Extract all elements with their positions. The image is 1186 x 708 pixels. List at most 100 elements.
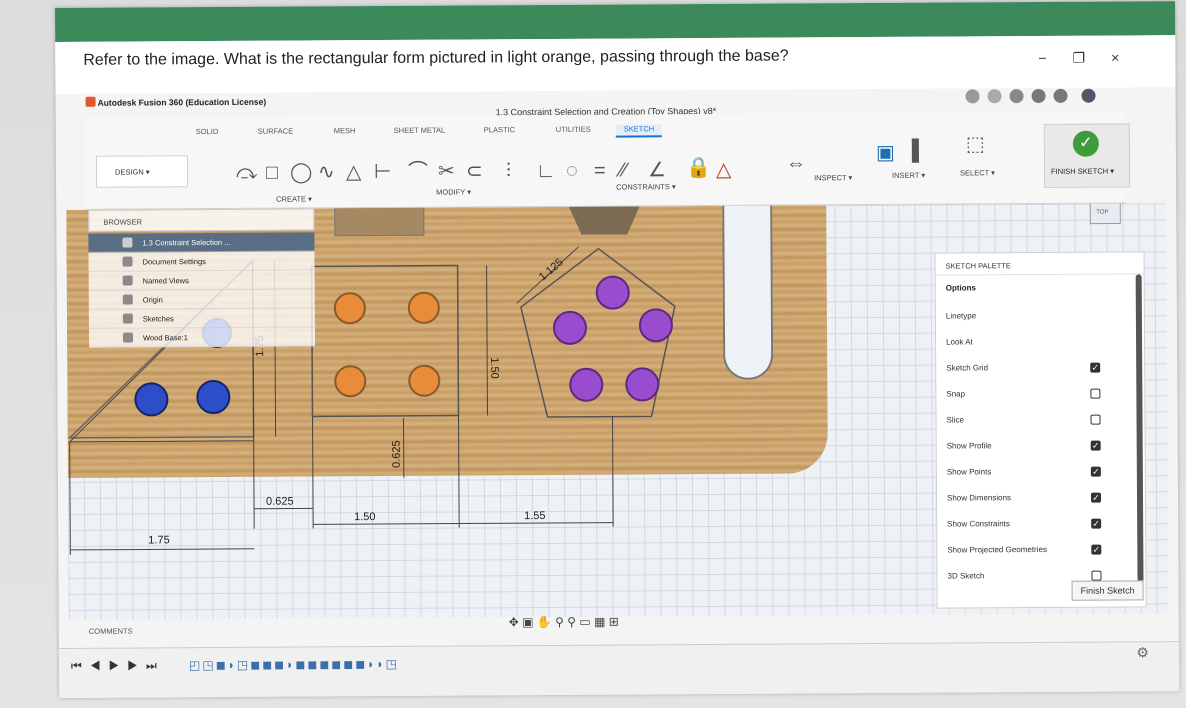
restore-icon[interactable]: ❐ [1073, 50, 1112, 66]
coincident-constraint-icon[interactable]: ∟ [536, 160, 556, 182]
insert-menu[interactable]: INSERT ▾ [892, 171, 925, 180]
tab-plastic[interactable]: PLASTIC [484, 125, 515, 134]
option-checkbox[interactable]: ✓ [1090, 362, 1101, 373]
offset-tool-icon[interactable]: ⊂ [466, 160, 483, 182]
option-checkbox[interactable] [1090, 388, 1101, 399]
option-row[interactable]: Show Profile ✓ [947, 440, 1101, 464]
browser-item-named-views[interactable]: Named Views [88, 270, 315, 291]
measure-icon[interactable]: ⇔ [786, 152, 806, 174]
extension-line [69, 441, 71, 555]
tab-utilities[interactable]: UTILITIES [556, 125, 591, 134]
tab-sheet-metal[interactable]: SHEET METAL [394, 126, 445, 135]
option-row[interactable]: Slice [947, 414, 1101, 438]
tangent-constraint-icon[interactable]: ◌ [566, 160, 578, 182]
next-frame-icon[interactable]: ▶ [127, 658, 146, 672]
browser-item-wood-base[interactable]: Wood Base:1 [88, 327, 316, 348]
horizontal-constraint-icon[interactable]: ⫶ [506, 160, 511, 182]
fix-constraint-icon[interactable]: 🔒 [686, 157, 711, 179]
browser-header[interactable]: BROWSER [88, 208, 315, 232]
polygon-tool-icon[interactable]: △ [346, 161, 362, 183]
design-workspace-button[interactable]: DESIGN ▾ [95, 155, 189, 188]
option-checkbox[interactable]: ✓ [1090, 440, 1101, 451]
create-menu[interactable]: CREATE ▾ [276, 194, 312, 203]
insert-mesh-icon[interactable]: ▌ [912, 140, 926, 162]
modify-menu[interactable]: MODIFY ▾ [436, 187, 471, 196]
window-controls[interactable]: −❐× [1038, 49, 1145, 67]
option-row[interactable]: Snap [946, 388, 1101, 412]
clock-icon[interactable] [1009, 89, 1024, 104]
first-frame-icon[interactable]: ⏮ [71, 659, 90, 673]
rectangle-tool-icon[interactable]: □ [266, 162, 278, 184]
sketch-canvas[interactable]: 1.75 1.50 1.125 0.625 0.625 1.50 1.55 1.… [66, 203, 1169, 620]
select-window-icon[interactable]: ⬚ [966, 133, 985, 155]
zoom-icon[interactable]: ⚲ [555, 615, 567, 629]
circle-tool-icon[interactable]: ◯ [290, 161, 313, 183]
option-row[interactable]: Show Points ✓ [947, 466, 1101, 490]
option-checkbox[interactable] [1091, 570, 1102, 581]
trim-tool-icon[interactable]: ✂ [438, 161, 455, 183]
option-row[interactable]: Show Constraints ✓ [947, 518, 1102, 542]
avatar[interactable] [1081, 88, 1096, 103]
line-tool-icon[interactable]: ⤼ [236, 162, 258, 184]
tab-surface[interactable]: SURFACE [258, 127, 293, 136]
slot-tool-icon[interactable]: ⊢ [374, 161, 392, 183]
symmetry-constraint-icon[interactable]: △ [716, 159, 732, 181]
options-header[interactable]: Options [946, 283, 976, 292]
select-menu[interactable]: SELECT ▾ [960, 168, 995, 177]
spline-tool-icon[interactable]: ∿ [318, 161, 335, 183]
tab-mesh[interactable]: MESH [334, 126, 356, 135]
option-row[interactable]: Show Dimensions ✓ [946, 492, 1102, 516]
scrollbar[interactable] [1135, 274, 1144, 585]
help-icon[interactable] [1053, 88, 1068, 103]
gear-icon[interactable]: ⚙ [1136, 644, 1149, 661]
pan-icon[interactable]: ✋ [537, 615, 552, 629]
purple-hole [552, 310, 587, 345]
option-checkbox[interactable]: ✓ [1091, 544, 1102, 555]
perpendicular-constraint-icon[interactable]: ∠ [648, 159, 666, 181]
finish-sketch-panel-button[interactable]: Finish Sketch [1071, 580, 1144, 601]
last-frame-icon[interactable]: ⏭ [146, 658, 165, 672]
play-icon[interactable]: ▶ [109, 659, 128, 673]
notification-icon[interactable] [1031, 88, 1046, 104]
tab-solid[interactable]: SOLID [196, 127, 219, 136]
fillet-tool-icon[interactable]: ⌒ [408, 161, 428, 183]
browser-item-document-settings[interactable]: Document Settings [88, 251, 315, 272]
inspect-menu[interactable]: INSPECT ▾ [814, 173, 852, 182]
option-checkbox[interactable]: ✓ [1090, 466, 1101, 477]
browser-root-item[interactable]: 1.3 Constraint Selection ... [88, 232, 315, 253]
close-icon[interactable]: × [1111, 49, 1145, 65]
orbit-icon[interactable]: ✥ [509, 615, 519, 629]
comments-panel[interactable]: COMMENTS [89, 618, 339, 640]
look-at-icon[interactable]: ▣ [522, 615, 537, 629]
orange-hole [408, 364, 441, 397]
checkmark-icon: ✓ [1072, 130, 1099, 157]
display-settings-icon[interactable]: ▭ [579, 615, 594, 629]
insert-image-icon[interactable]: ▣ [876, 142, 895, 164]
browser-tree: 1.3 Constraint Selection ... Document Se… [88, 232, 316, 348]
timeline-features[interactable]: ◰◳◼◗◳◼◼◼◗◼◼◼◼◼◼◗◗◳ [189, 657, 399, 672]
minimize-icon[interactable]: − [1038, 50, 1072, 66]
close-tab-icon[interactable] [965, 89, 980, 104]
new-tab-icon[interactable] [987, 89, 1002, 104]
viewports-icon[interactable]: ⊞ [609, 615, 619, 629]
browser-item-origin[interactable]: Origin [88, 289, 315, 310]
tab-sketch[interactable]: SKETCH [615, 124, 663, 138]
fit-icon[interactable]: ⚲ [567, 615, 576, 629]
option-checkbox[interactable] [1090, 414, 1101, 425]
option-row[interactable]: Sketch Grid ✓ [946, 362, 1101, 386]
option-checkbox[interactable]: ✓ [1090, 492, 1102, 503]
look-at-row[interactable]: Look At [946, 337, 1096, 360]
prev-frame-icon[interactable]: ◀ [90, 659, 109, 673]
parallel-constraint-icon[interactable]: ⁄⁄ [620, 160, 627, 182]
grid-settings-icon[interactable]: ▦ [594, 615, 605, 629]
monitor-screen: Refer to the image. What is the rectangu… [55, 1, 1180, 698]
browser-item-sketches[interactable]: Sketches [88, 308, 315, 329]
option-checkbox[interactable]: ✓ [1091, 518, 1102, 529]
sketch-palette-header[interactable]: SKETCH PALETTE [935, 252, 1144, 276]
option-label: Show Dimensions [946, 493, 1012, 503]
linetype-row[interactable]: Linetype [946, 311, 1096, 334]
option-row[interactable]: Show Projected Geometries ✓ [947, 544, 1102, 568]
constraints-menu[interactable]: CONSTRAINTS ▾ [616, 182, 676, 191]
equal-constraint-icon[interactable]: = [594, 160, 606, 182]
finish-sketch-button[interactable]: ✓ FINISH SKETCH ▾ [1043, 123, 1131, 188]
